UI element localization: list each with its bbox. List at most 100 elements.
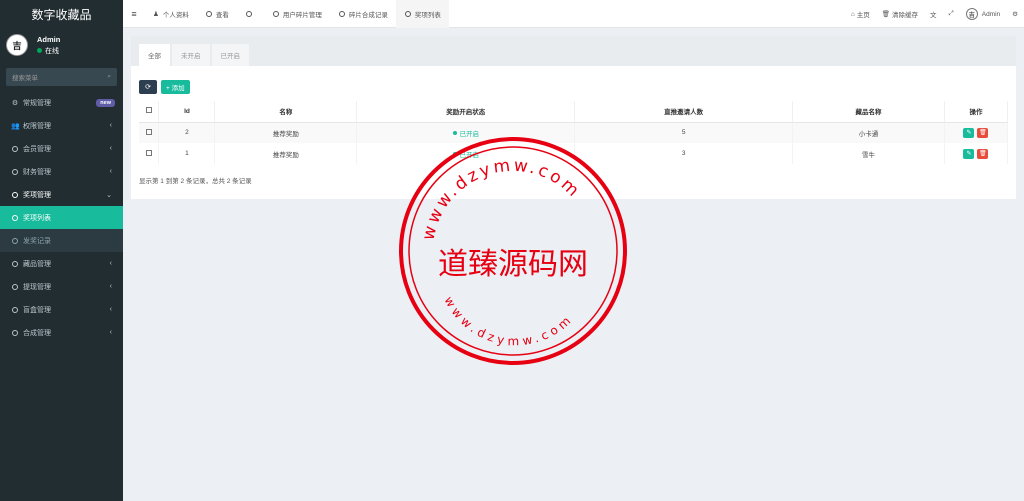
sidebar-item-label: 财务管理 [23,168,51,176]
add-button[interactable]: + 添加 [161,80,190,94]
checkbox-icon [145,149,152,156]
brand-title[interactable]: 数字收藏品 [0,0,123,28]
cell-status[interactable]: 已开启 [356,143,576,164]
sidebar-item-collections[interactable]: 藏品管理 ‹ [0,252,123,275]
admin-menu[interactable]: 吉 Admin [965,8,1001,20]
avatar: 吉 [6,34,28,56]
circle-icon [245,10,252,17]
gears-icon: ⚙ [11,99,19,107]
tab-label: 查看 [215,11,229,19]
chevron-left-icon: ‹ [109,283,112,290]
sidebar-item-label: 藏品管理 [23,260,51,268]
checkbox-icon [145,107,152,114]
search-input[interactable]: 搜索菜单 ⌕ [6,68,117,86]
circle-icon [12,191,18,198]
status-filter-tabs: 全部 未开启 已开启 [131,36,1016,66]
cell-status[interactable]: 已开启 [356,122,576,143]
status-dot-icon [452,151,457,156]
chevron-left-icon: ‹ [109,306,112,313]
col-status[interactable]: 奖励开启状态 [356,101,576,123]
tab-label: 奖项列表 [414,11,441,19]
cell-item: 雪牛 [792,143,945,164]
translate-icon[interactable]: 文 [930,9,937,19]
admin-label: Admin [981,10,1001,18]
online-dot-icon [37,48,42,53]
cell-id: 2 [158,122,216,143]
pagination-info: 显示第 1 到第 2 条记录，总共 2 条记录 [139,178,252,185]
content-panel: 全部 未开启 已开启 ⟳ + 添加 Id 名称 奖励开启状态 直推邀请人数 藏品… [131,36,1016,199]
settings-gear-icon[interactable]: ⚙ [1012,10,1018,18]
cell-name: 推荐奖励 [214,143,358,164]
circle-icon [12,214,18,221]
users-icon: 👥 [11,122,20,130]
sidebar-item-award-list[interactable]: 奖项列表 [0,206,123,229]
new-badge: new [96,98,115,107]
clear-cache-button[interactable]: 🗑 清除缓存 [882,9,918,19]
tab-award-list[interactable]: 奖项列表 [395,0,449,28]
subtab-enabled[interactable]: 已开启 [211,44,249,66]
sidebar-item-permissions[interactable]: 👥 权限管理 ‹ [0,114,123,137]
col-item[interactable]: 藏品名称 [792,101,945,123]
sidebar-item-label: 发奖记录 [23,237,51,245]
circle-icon [12,145,18,152]
cell-invites: 3 [574,143,794,164]
edit-pencil-icon[interactable]: ✎ [963,148,975,159]
tab-view[interactable]: 查看 [197,0,237,28]
topbar-actions: ⌂ 主页 🗑 清除缓存 文 ⤢ 吉 Admin ⚙ [839,0,1018,28]
sidebar-menu: ⚙ 常规管理 new 👥 权限管理 ‹ 会员管理 ‹ 财务管理 ‹ 奖项管理 ⌄… [0,91,123,344]
col-actions: 操作 [944,101,1009,123]
search-icon: ⌕ [107,73,111,80]
subtab-all[interactable]: 全部 [139,44,170,66]
delete-trash-icon[interactable]: 🗑 [977,127,989,138]
trash-icon: 🗑 [881,11,891,18]
chevron-left-icon: ‹ [109,329,112,336]
sidebar-item-label: 提现管理 [23,283,51,291]
cell-name: 推荐奖励 [214,122,358,143]
status-label: 已开启 [459,151,480,159]
col-name[interactable]: 名称 [214,101,358,123]
refresh-button[interactable]: ⟳ [139,80,157,94]
sidebar-item-finance[interactable]: 财务管理 ‹ [0,160,123,183]
col-invites[interactable]: 直推邀请人数 [574,101,794,123]
sidebar-item-awards[interactable]: 奖项管理 ⌄ [0,183,123,206]
topbar: ≡ ♟ 个人资料 查看 用户碎片管理 碎片合成记录 奖项列表 ⌂ 主页 🗑 清除缓存 [123,0,1024,28]
row-checkbox[interactable] [139,143,160,164]
tab-label: 个人资料 [162,11,189,19]
tab-user-fragments[interactable]: 用户碎片管理 [264,0,330,28]
circle-icon [12,329,18,336]
page-tabs: ♟ 个人资料 查看 用户碎片管理 碎片合成记录 奖项列表 [145,0,449,28]
cell-id: 1 [158,143,216,164]
sidebar-item-label: 权限管理 [23,122,51,130]
sidebar-item-award-records[interactable]: 发奖记录 [0,229,123,252]
sidebar: 数字收藏品 吉 Admin 在线 搜索菜单 ⌕ ⚙ 常规管理 new 👥 权限管… [0,0,123,501]
subtab-not-enabled[interactable]: 未开启 [172,44,210,66]
sidebar-item-label: 奖项列表 [23,214,51,222]
col-id[interactable]: Id [158,101,216,123]
sidebar-item-label: 会员管理 [23,145,51,153]
sidebar-item-blindbox[interactable]: 盲盒管理 ‹ [0,298,123,321]
delete-trash-icon[interactable]: 🗑 [977,148,989,159]
table-row: 2 推荐奖励 已开启 5 小卡通 ✎ 🗑 [139,122,1009,143]
sidebar-item-general[interactable]: ⚙ 常规管理 new [0,91,123,114]
sidebar-item-members[interactable]: 会员管理 ‹ [0,137,123,160]
tab-profile[interactable]: ♟ 个人资料 [145,0,197,28]
select-all-checkbox[interactable] [139,101,160,123]
search-placeholder: 搜索菜单 [12,75,38,82]
home-link[interactable]: ⌂ 主页 [851,9,870,20]
chevron-left-icon: ‹ [109,260,112,267]
fullscreen-icon[interactable]: ⤢ [949,10,954,18]
tab-fragment-records[interactable]: 碎片合成记录 [330,0,396,28]
cell-actions: ✎ 🗑 [944,143,1009,164]
row-checkbox[interactable] [139,122,160,143]
circle-icon [338,10,345,17]
stamp-bottom-text: www.dzymw.com [442,294,577,348]
hamburger-menu-icon[interactable]: ≡ [123,9,145,19]
edit-pencil-icon[interactable]: ✎ [963,127,975,138]
status-label: 已开启 [459,130,480,138]
tab-untitled[interactable] [237,0,264,28]
sidebar-item-synthesis[interactable]: 合成管理 ‹ [0,321,123,344]
sidebar-item-withdraw[interactable]: 提现管理 ‹ [0,275,123,298]
table-header-row: Id 名称 奖励开启状态 直推邀请人数 藏品名称 操作 [139,101,1009,123]
user-status-label: 在线 [45,47,59,55]
sidebar-item-label: 盲盒管理 [23,306,51,314]
